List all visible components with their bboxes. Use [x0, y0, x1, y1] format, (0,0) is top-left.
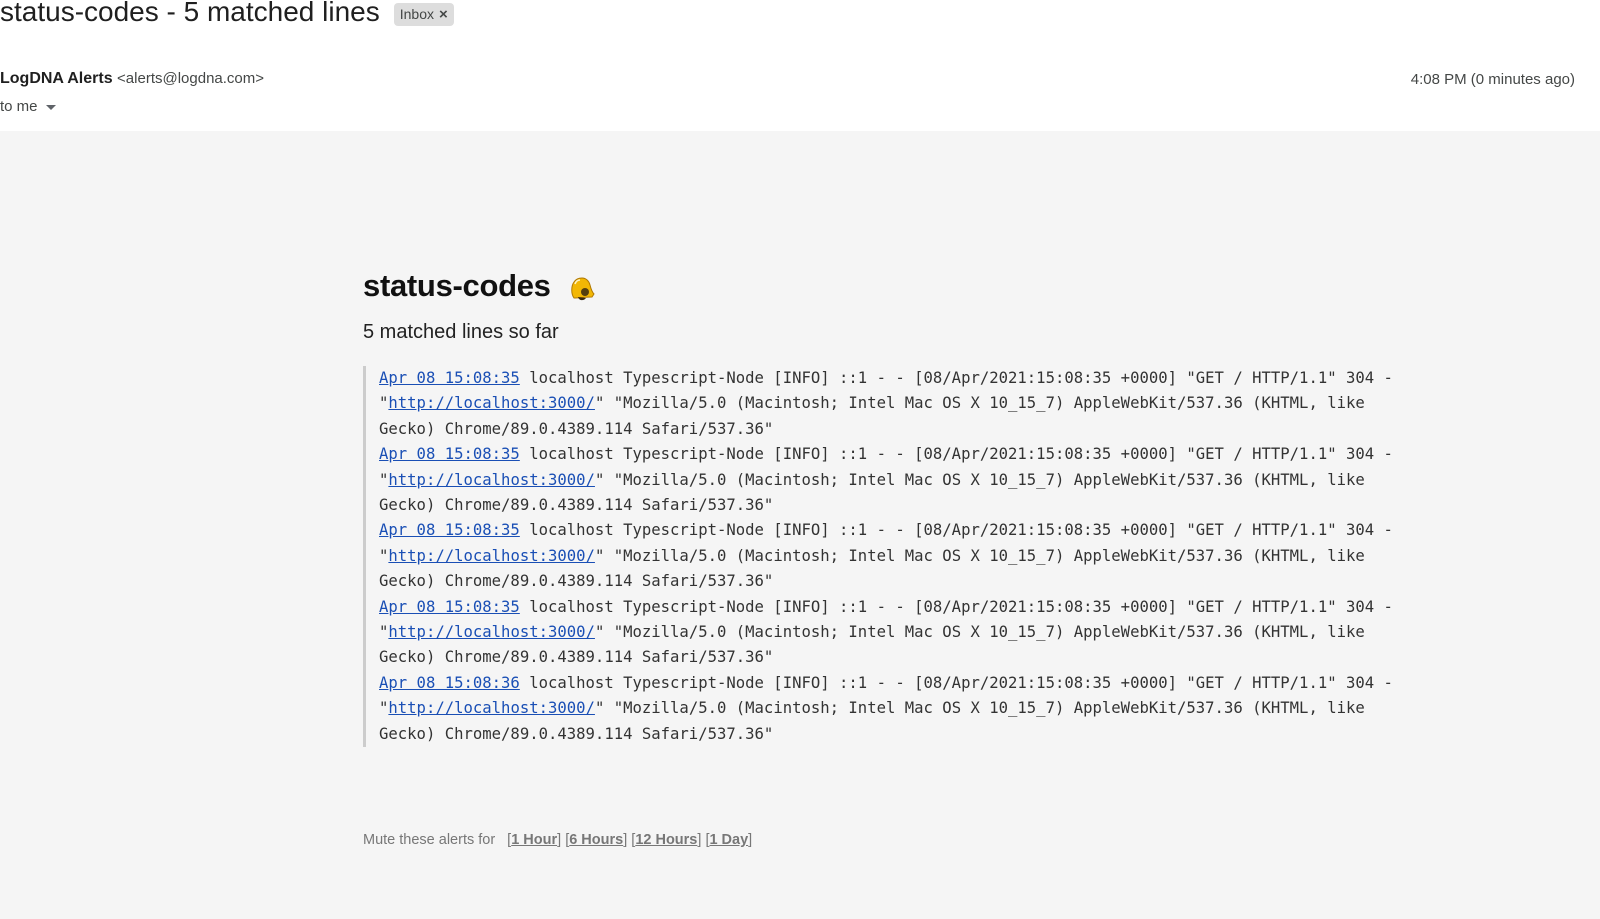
- email-timestamp: 4:08 PM (0 minutes ago): [1410, 71, 1575, 88]
- log-url-link[interactable]: http://localhost:3000/: [388, 623, 595, 641]
- log-line: Apr 08 15:08:35 localhost Typescript-Nod…: [379, 366, 1394, 442]
- sender-name[interactable]: LogDNA Alerts: [0, 70, 113, 87]
- log-url-link[interactable]: http://localhost:3000/: [388, 471, 595, 489]
- label-chip-text: Inbox: [399, 6, 434, 22]
- log-lines: Apr 08 15:08:35 localhost Typescript-Nod…: [363, 366, 1394, 748]
- log-url-link[interactable]: http://localhost:3000/: [388, 699, 595, 717]
- alert-content: status-codes 5 matched lines so far Apr …: [363, 268, 1393, 748]
- sender-email: <alerts@logdna.com>: [117, 70, 265, 87]
- bell-icon: [570, 277, 595, 301]
- log-timestamp-link[interactable]: Apr 08 15:08:35: [379, 521, 520, 539]
- close-icon[interactable]: ×: [439, 6, 448, 23]
- alert-title-row: status-codes: [363, 268, 1363, 304]
- mute-label: Mute these alerts for: [363, 832, 496, 848]
- log-url-link[interactable]: http://localhost:3000/: [388, 394, 595, 412]
- log-timestamp-link[interactable]: Apr 08 15:08:35: [379, 598, 520, 616]
- email-subject: status-codes - 5 matched lines: [0, 0, 380, 27]
- chevron-down-icon[interactable]: [45, 104, 56, 110]
- mute-6-hours-link[interactable]: 6 Hours: [569, 832, 623, 848]
- log-line: Apr 08 15:08:35 localhost Typescript-Nod…: [379, 518, 1394, 594]
- email-body: status-codes 5 matched lines so far Apr …: [0, 131, 1600, 919]
- subject-row: status-codes - 5 matched lines Inbox ×: [0, 0, 454, 30]
- log-line: Apr 08 15:08:35 localhost Typescript-Nod…: [379, 442, 1394, 518]
- mute-alerts-row: Mute these alerts for [1 Hour] [6 Hours] …: [363, 832, 753, 848]
- log-url-link[interactable]: http://localhost:3000/: [388, 547, 595, 565]
- recipient-row[interactable]: to me: [0, 98, 56, 115]
- log-timestamp-link[interactable]: Apr 08 15:08:36: [379, 674, 520, 692]
- log-line: Apr 08 15:08:35 localhost Typescript-Nod…: [379, 595, 1394, 671]
- log-timestamp-link[interactable]: Apr 08 15:08:35: [379, 445, 520, 463]
- alert-subtitle: 5 matched lines so far: [363, 321, 559, 343]
- log-timestamp-link[interactable]: Apr 08 15:08:35: [379, 369, 520, 387]
- recipient-text: to me: [0, 98, 38, 115]
- alert-title: status-codes: [363, 268, 551, 303]
- email-header: status-codes - 5 matched lines Inbox × L…: [0, 0, 1600, 131]
- sender-row: LogDNA Alerts <alerts@logdna.com>: [0, 70, 264, 88]
- inbox-label-chip[interactable]: Inbox ×: [393, 2, 454, 26]
- mute-12-hours-link[interactable]: 12 Hours: [635, 832, 697, 848]
- log-line: Apr 08 15:08:36 localhost Typescript-Nod…: [379, 671, 1394, 747]
- mute-1-day-link[interactable]: 1 Day: [709, 832, 748, 848]
- mute-1-hour-link[interactable]: 1 Hour: [511, 832, 557, 848]
